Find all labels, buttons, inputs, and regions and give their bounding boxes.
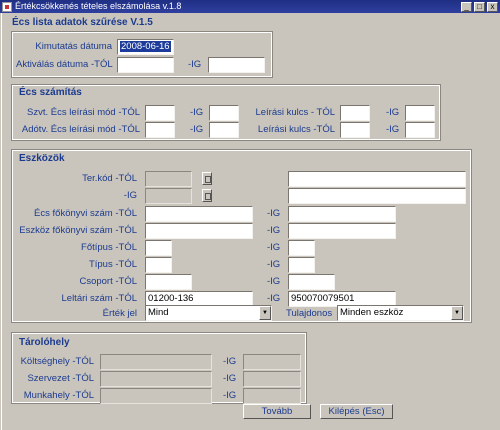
inventory-to-label: -IG [267,293,281,304]
szvt-to-label: -IG [190,107,204,118]
group-from-field[interactable] [145,274,192,290]
key2-from-label: Leírási kulcs -TÓL [257,124,335,135]
next-button[interactable]: Tovább [243,404,311,419]
chevron-down-icon[interactable]: ▼ [451,306,463,320]
app-icon [2,1,12,12]
adotv-from-label: Adótv. Écs leírási mód -TÓL [21,124,140,135]
terkod-to-name-field[interactable] [288,188,466,204]
org-to-field [243,371,301,387]
key-from-label: Leírási kulcs - TÓL [255,107,335,118]
terkod-to-field [145,188,192,204]
key2-to-label: -IG [386,124,400,135]
asset-ledger-from-label: Eszköz főkönyvi szám -TÓL [19,225,137,236]
key-to-label: -IG [386,107,400,118]
ledger-from-field[interactable] [145,206,253,222]
workplace-to-field [243,388,301,404]
maximize-button[interactable]: □ [474,1,485,12]
inventory-from-label: Leltári szám -TÓL [61,293,138,304]
storage-group-title: Tárolóhely [19,337,70,348]
group-from-label: Csoport -TÓL [79,276,137,287]
szvt-from-label: Szvt. Écs leírási mód -TÓL [27,107,140,118]
type-from-field[interactable] [145,257,172,273]
ledger-to-field[interactable] [288,206,396,222]
group-to-field[interactable] [288,274,335,290]
activation-to-label: -IG [188,59,202,70]
ecs-group-title: Écs számítás [19,87,82,98]
adotv-to-label: -IG [190,124,204,135]
report-date-label: Kimutatás dátuma [35,41,112,52]
terkod-from-name-field[interactable] [288,171,466,187]
exit-button[interactable]: Kilépés (Esc) [320,404,393,419]
owner-label: Tulajdonos [286,308,333,319]
key-from-field[interactable] [340,105,370,121]
type-to-field[interactable] [288,257,315,273]
cost-from-label: Költséghely -TÓL [20,356,94,367]
key2-from-field[interactable] [340,122,370,138]
workplace-to-label: -IG [223,390,237,401]
asset-ledger-to-field[interactable] [288,223,396,239]
value-select[interactable]: Mind ▼ [145,305,272,321]
ledger-from-label: Écs főkönyvi szám -TÓL [34,208,137,219]
close-button[interactable]: x [487,1,498,12]
workplace-from-label: Munkahely -TÓL [23,390,94,401]
terkod-to-label: -IG [123,190,137,201]
szvt-to-field[interactable] [209,105,239,121]
title-bar: Értékcsökkenés tételes elszámolása v.1.8… [0,0,500,13]
asset-ledger-to-label: -IG [267,225,281,236]
terkod-to-picker-button[interactable] [202,189,212,202]
activation-from-field[interactable] [117,57,174,73]
terkod-from-picker-button[interactable] [202,172,212,185]
minimize-button[interactable]: _ [461,1,472,12]
maintype-to-label: -IG [267,242,281,253]
org-to-label: -IG [223,373,237,384]
cost-to-field [243,354,301,370]
szvt-from-field[interactable] [145,105,175,121]
activation-from-label: Aktiválás dátuma -TÓL [16,59,113,70]
terkod-from-field [145,171,192,187]
asset-ledger-from-field[interactable] [145,223,253,239]
form-title: Écs lista adatok szűrése V.1.5 [12,17,153,28]
chevron-down-icon[interactable]: ▼ [259,306,271,320]
cost-from-field [100,354,212,370]
maintype-from-field[interactable] [145,240,172,256]
window-title: Értékcsökkenés tételes elszámolása v.1.8 [15,1,182,11]
value-label: Érték jel [102,308,137,319]
org-from-label: Szervezet -TÓL [27,373,94,384]
terkod-from-label: Ter.kód -TÓL [82,173,137,184]
adotv-from-field[interactable] [145,122,175,138]
activation-to-field[interactable] [208,57,265,73]
type-to-label: -IG [267,259,281,270]
key-to-field[interactable] [405,105,435,121]
cost-to-label: -IG [223,356,237,367]
type-from-label: Típus -TÓL [88,259,137,270]
ledger-to-label: -IG [267,208,281,219]
owner-select[interactable]: Minden eszköz ▼ [337,305,464,321]
maintype-to-field[interactable] [288,240,315,256]
adotv-to-field[interactable] [209,122,239,138]
key2-to-field[interactable] [405,122,435,138]
workplace-from-field [100,388,212,404]
group-to-label: -IG [267,276,281,287]
report-date-field[interactable]: 2008-06-16 [117,39,174,55]
assets-group-title: Eszközök [19,153,65,164]
org-from-field [100,371,212,387]
maintype-from-label: Főtípus -TÓL [81,242,137,253]
